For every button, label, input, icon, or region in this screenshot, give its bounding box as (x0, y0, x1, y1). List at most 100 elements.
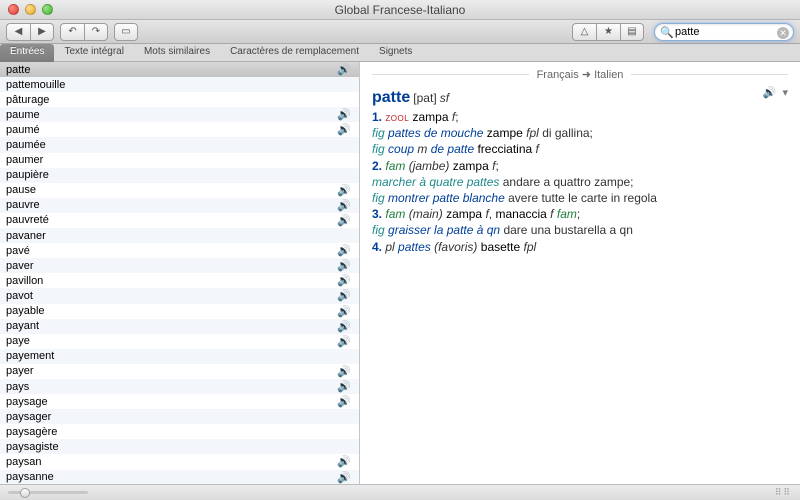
wordlist-word: pattemouille (6, 79, 65, 91)
wordlist-row[interactable]: paumé 🔊 (0, 122, 359, 137)
close-window-button[interactable] (8, 4, 19, 15)
wordlist-row[interactable]: pavé 🔊 (0, 243, 359, 258)
wordlist-row[interactable]: paume 🔊 (0, 107, 359, 122)
forward-button[interactable]: ▶ (30, 23, 54, 41)
wordlist-word: pavaner (6, 230, 46, 242)
pronunciation: [pat] (413, 91, 436, 105)
wordlist-row[interactable]: pattemouille (0, 77, 359, 92)
wordlist[interactable]: patte🔊pattemouillepâturagepaume🔊paumé🔊pa… (0, 62, 360, 484)
wordlist-row[interactable]: paysager (0, 409, 359, 424)
wordlist-row[interactable]: paysanne🔊 (0, 470, 359, 484)
speaker-icon[interactable]: 🔊 (337, 305, 351, 318)
speaker-icon[interactable]: 🔊 (337, 320, 351, 333)
wordlist-row[interactable]: pâturage (0, 92, 359, 107)
wordlist-row[interactable]: pavot 🔊 (0, 288, 359, 303)
tab-entr-es[interactable]: Entrées (0, 44, 54, 62)
statusbar: ⠿⠿ (0, 484, 800, 500)
toolbar-right: △ ★ ▤ 🔍 ✕ (572, 23, 794, 41)
wordlist-row[interactable]: paye 🔊 (0, 334, 359, 349)
part-of-speech: sf (440, 91, 449, 105)
tab-signets[interactable]: Signets (369, 44, 422, 62)
wordlist-word: pavot (6, 290, 33, 302)
wordlist-word: paysagiste (6, 441, 59, 453)
search-icon: 🔍 (660, 26, 674, 39)
favorite-button[interactable]: ★ (596, 23, 620, 41)
wordlist-word: paumé (6, 124, 40, 136)
speaker-icon[interactable]: 🔊 (337, 259, 351, 272)
speaker-icon[interactable]: 🔊 (763, 86, 777, 99)
entry-body: 1. zool zampa f; fig pattes de mouche za… (372, 109, 772, 255)
font-button[interactable]: △ (572, 23, 596, 41)
tab-texte-int-gral[interactable]: Texte intégral (54, 44, 133, 62)
wordlist-word: payant (6, 320, 39, 332)
stack-button[interactable]: ▤ (620, 23, 644, 41)
wordlist-word: paver (6, 260, 34, 272)
speaker-icon[interactable]: 🔊 (337, 108, 351, 121)
detail-icons: 🔊 ▾ (763, 86, 788, 99)
wordlist-word: paume (6, 109, 40, 121)
wordlist-word: payement (6, 350, 54, 362)
wordlist-row[interactable]: pays🔊 (0, 379, 359, 394)
search-field[interactable]: 🔍 ✕ (654, 23, 794, 41)
speaker-icon[interactable]: 🔊 (337, 395, 351, 408)
speaker-icon[interactable]: 🔊 (337, 365, 351, 378)
wordlist-row[interactable]: pavaner (0, 228, 359, 243)
wordlist-word: paye (6, 335, 30, 347)
wordlist-row[interactable]: pauvre 🔊 (0, 198, 359, 213)
speaker-icon[interactable]: 🔊 (337, 199, 351, 212)
wordlist-word: paysan (6, 456, 41, 468)
wordlist-row[interactable]: payer 🔊 (0, 364, 359, 379)
tabstrip: EntréesTexte intégralMots similairesCara… (0, 44, 800, 62)
back-button[interactable]: ◀ (6, 23, 30, 41)
wordlist-word: patte (6, 64, 30, 76)
wordlist-word: paumer (6, 154, 43, 166)
minimize-window-button[interactable] (25, 4, 36, 15)
wordlist-word: pavé (6, 245, 30, 257)
wordlist-row[interactable]: payable🔊 (0, 304, 359, 319)
wordlist-word: pauvre (6, 199, 40, 211)
wordlist-row[interactable]: payement (0, 349, 359, 364)
speaker-icon[interactable]: 🔊 (337, 274, 351, 287)
wordlist-row[interactable]: pavillon🔊 (0, 273, 359, 288)
tab-mots-similaires[interactable]: Mots similaires (134, 44, 220, 62)
window-controls (8, 4, 53, 15)
wordlist-row[interactable]: pauvreté🔊 (0, 213, 359, 228)
wordlist-row[interactable]: paumer (0, 153, 359, 168)
speaker-icon[interactable]: 🔊 (337, 380, 351, 393)
speaker-icon[interactable]: 🔊 (337, 244, 351, 257)
history-fwd-button[interactable]: ↷ (84, 23, 108, 41)
speaker-icon[interactable]: 🔊 (337, 184, 351, 197)
zoom-window-button[interactable] (42, 4, 53, 15)
wordlist-row[interactable]: pause🔊 (0, 183, 359, 198)
history-back-button[interactable]: ↶ (60, 23, 84, 41)
panel-toggle-button[interactable]: ▭ (114, 23, 138, 41)
wordlist-row[interactable]: paver 🔊 (0, 258, 359, 273)
wordlist-row[interactable]: paupière (0, 168, 359, 183)
speaker-icon[interactable]: 🔊 (337, 63, 351, 76)
speaker-icon[interactable]: 🔊 (337, 289, 351, 302)
clear-search-icon[interactable]: ✕ (777, 27, 789, 39)
wordlist-row[interactable]: paysage🔊 (0, 394, 359, 409)
wordlist-row[interactable]: payant 🔊 (0, 319, 359, 334)
detail-panel: Français ➜ Italien 🔊 ▾ patte [pat] sf 1.… (360, 62, 800, 484)
wordlist-word: payer (6, 365, 34, 377)
wordlist-row[interactable]: paysan 🔊 (0, 454, 359, 469)
search-input[interactable] (675, 26, 775, 38)
tab-caract-res-de-remplacement[interactable]: Caractères de remplacement (220, 44, 369, 62)
more-icon[interactable]: ▾ (782, 86, 788, 99)
wordlist-word: paysager (6, 411, 51, 423)
wordlist-row[interactable]: paysagère (0, 424, 359, 439)
speaker-icon[interactable]: 🔊 (337, 214, 351, 227)
headword: patte (372, 89, 410, 106)
resize-grip-icon[interactable]: ⠿⠿ (775, 487, 792, 498)
wordlist-row[interactable]: paysagiste (0, 439, 359, 454)
speaker-icon[interactable]: 🔊 (337, 455, 351, 468)
main-split: patte🔊pattemouillepâturagepaume🔊paumé🔊pa… (0, 62, 800, 484)
speaker-icon[interactable]: 🔊 (337, 123, 351, 136)
speaker-icon[interactable]: 🔊 (337, 335, 351, 348)
wordlist-row[interactable]: patte 🔊 (0, 62, 359, 77)
zoom-slider[interactable] (8, 490, 88, 496)
wordlist-row[interactable]: paumée (0, 137, 359, 152)
speaker-icon[interactable]: 🔊 (337, 471, 351, 484)
window-title: Global Francese-Italiano (0, 3, 800, 17)
